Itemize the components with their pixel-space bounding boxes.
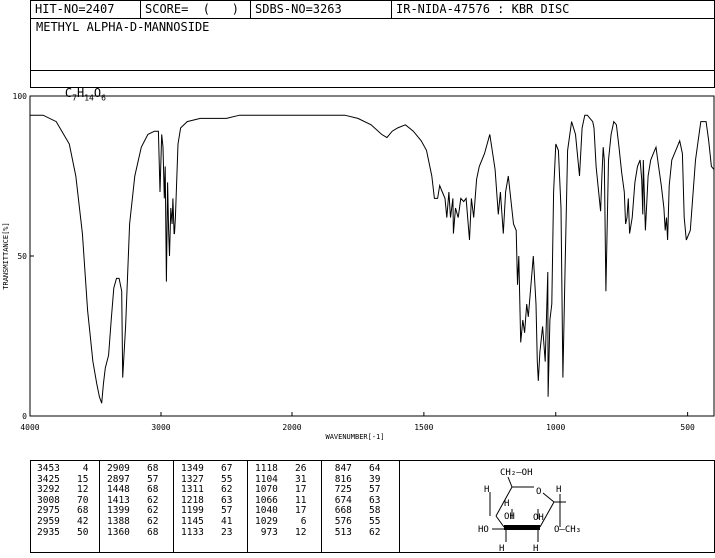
peak-row: 1349 67	[181, 463, 233, 474]
h-label-1: H	[484, 485, 489, 495]
x-tick-label: 3000	[151, 423, 170, 432]
peak-column-divider	[247, 461, 248, 552]
y-tick-labels: 0 50 100	[13, 92, 28, 421]
peak-column: 2909 68 2897 57 1448 68 1413 62 1399 62 1388 …	[107, 463, 159, 538]
peak-column-divider	[99, 461, 100, 552]
peak-column-divider	[321, 461, 322, 552]
peak-row: 3453 4	[37, 463, 89, 474]
peak-column: 3453 4 3425 15 3292 12 3008 70 2975 68 2959 4…	[37, 463, 89, 538]
structure-box: CH₂—OH O H H OH H OH HO O—CH₃ H H	[399, 460, 715, 554]
x-tick-labels: 4000 3000 2000 1500 1000 500	[20, 423, 695, 432]
ho-label: HO	[478, 525, 489, 535]
x-tick-label: 1000	[546, 423, 565, 432]
och3-label: O—CH₃	[554, 525, 581, 535]
peak-row: 1388 62	[107, 515, 159, 527]
peak-table: 3453 4 3425 15 3292 12 3008 70 2975 68 2959 4…	[30, 460, 400, 553]
x-tick-label: 500	[680, 423, 695, 432]
x-tick-label: 1500	[414, 423, 433, 432]
peak-column: 847 64 816 39 725 57 674 63 668 58 576 5…	[329, 463, 381, 538]
h-label-3: H	[556, 485, 561, 495]
plot-frame	[29, 95, 715, 417]
peak-row: 576 55	[329, 515, 381, 527]
peak-row: 973 12	[255, 526, 307, 538]
ch2oh-label: CH₂—OH	[500, 468, 533, 478]
x-tick-label: 4000	[20, 423, 39, 432]
oh-label-1: OH	[504, 512, 515, 522]
x-axis-label: WAVENUMBER[-1]	[325, 433, 384, 441]
peak-row: 1118 26	[255, 463, 307, 474]
peak-column: 1118 26 1104 31 1070 17 1066 11 1040 17 1029 …	[255, 463, 307, 538]
y-tick-label: 0	[22, 412, 27, 421]
peak-row: 2959 42	[37, 515, 89, 527]
peak-row: 2935 50	[37, 526, 89, 538]
peak-row: 1133 23	[181, 526, 233, 538]
ring-bold-bond	[504, 525, 540, 530]
ring-oxygen-label: O	[536, 487, 541, 497]
peak-column-divider	[173, 461, 174, 552]
peak-row: 847 64	[329, 463, 381, 474]
y-axis-label: TRANSMITTANCE[%]	[2, 222, 10, 289]
peak-row: 1145 41	[181, 515, 233, 527]
peak-column: 1349 67 1327 55 1311 62 1218 63 1199 57 1145 …	[181, 463, 233, 538]
spectrum-line	[30, 114, 715, 404]
molecular-structure: CH₂—OH O H H OH H OH HO O—CH₃ H H	[478, 468, 581, 554]
x-tick-label: 2000	[282, 423, 301, 432]
peak-row: 1029 6	[255, 515, 307, 527]
y-tick-label: 50	[17, 252, 27, 261]
ir-spectrum-chart: 4000 3000 2000 1500 1000 500 0 50 100 WAVENUMBE…	[2, 92, 715, 441]
peak-row: 513 62	[329, 526, 381, 538]
peak-row: 1360 68	[107, 526, 159, 538]
peak-row: 2909 68	[107, 463, 159, 474]
y-tick-label: 100	[13, 92, 28, 101]
